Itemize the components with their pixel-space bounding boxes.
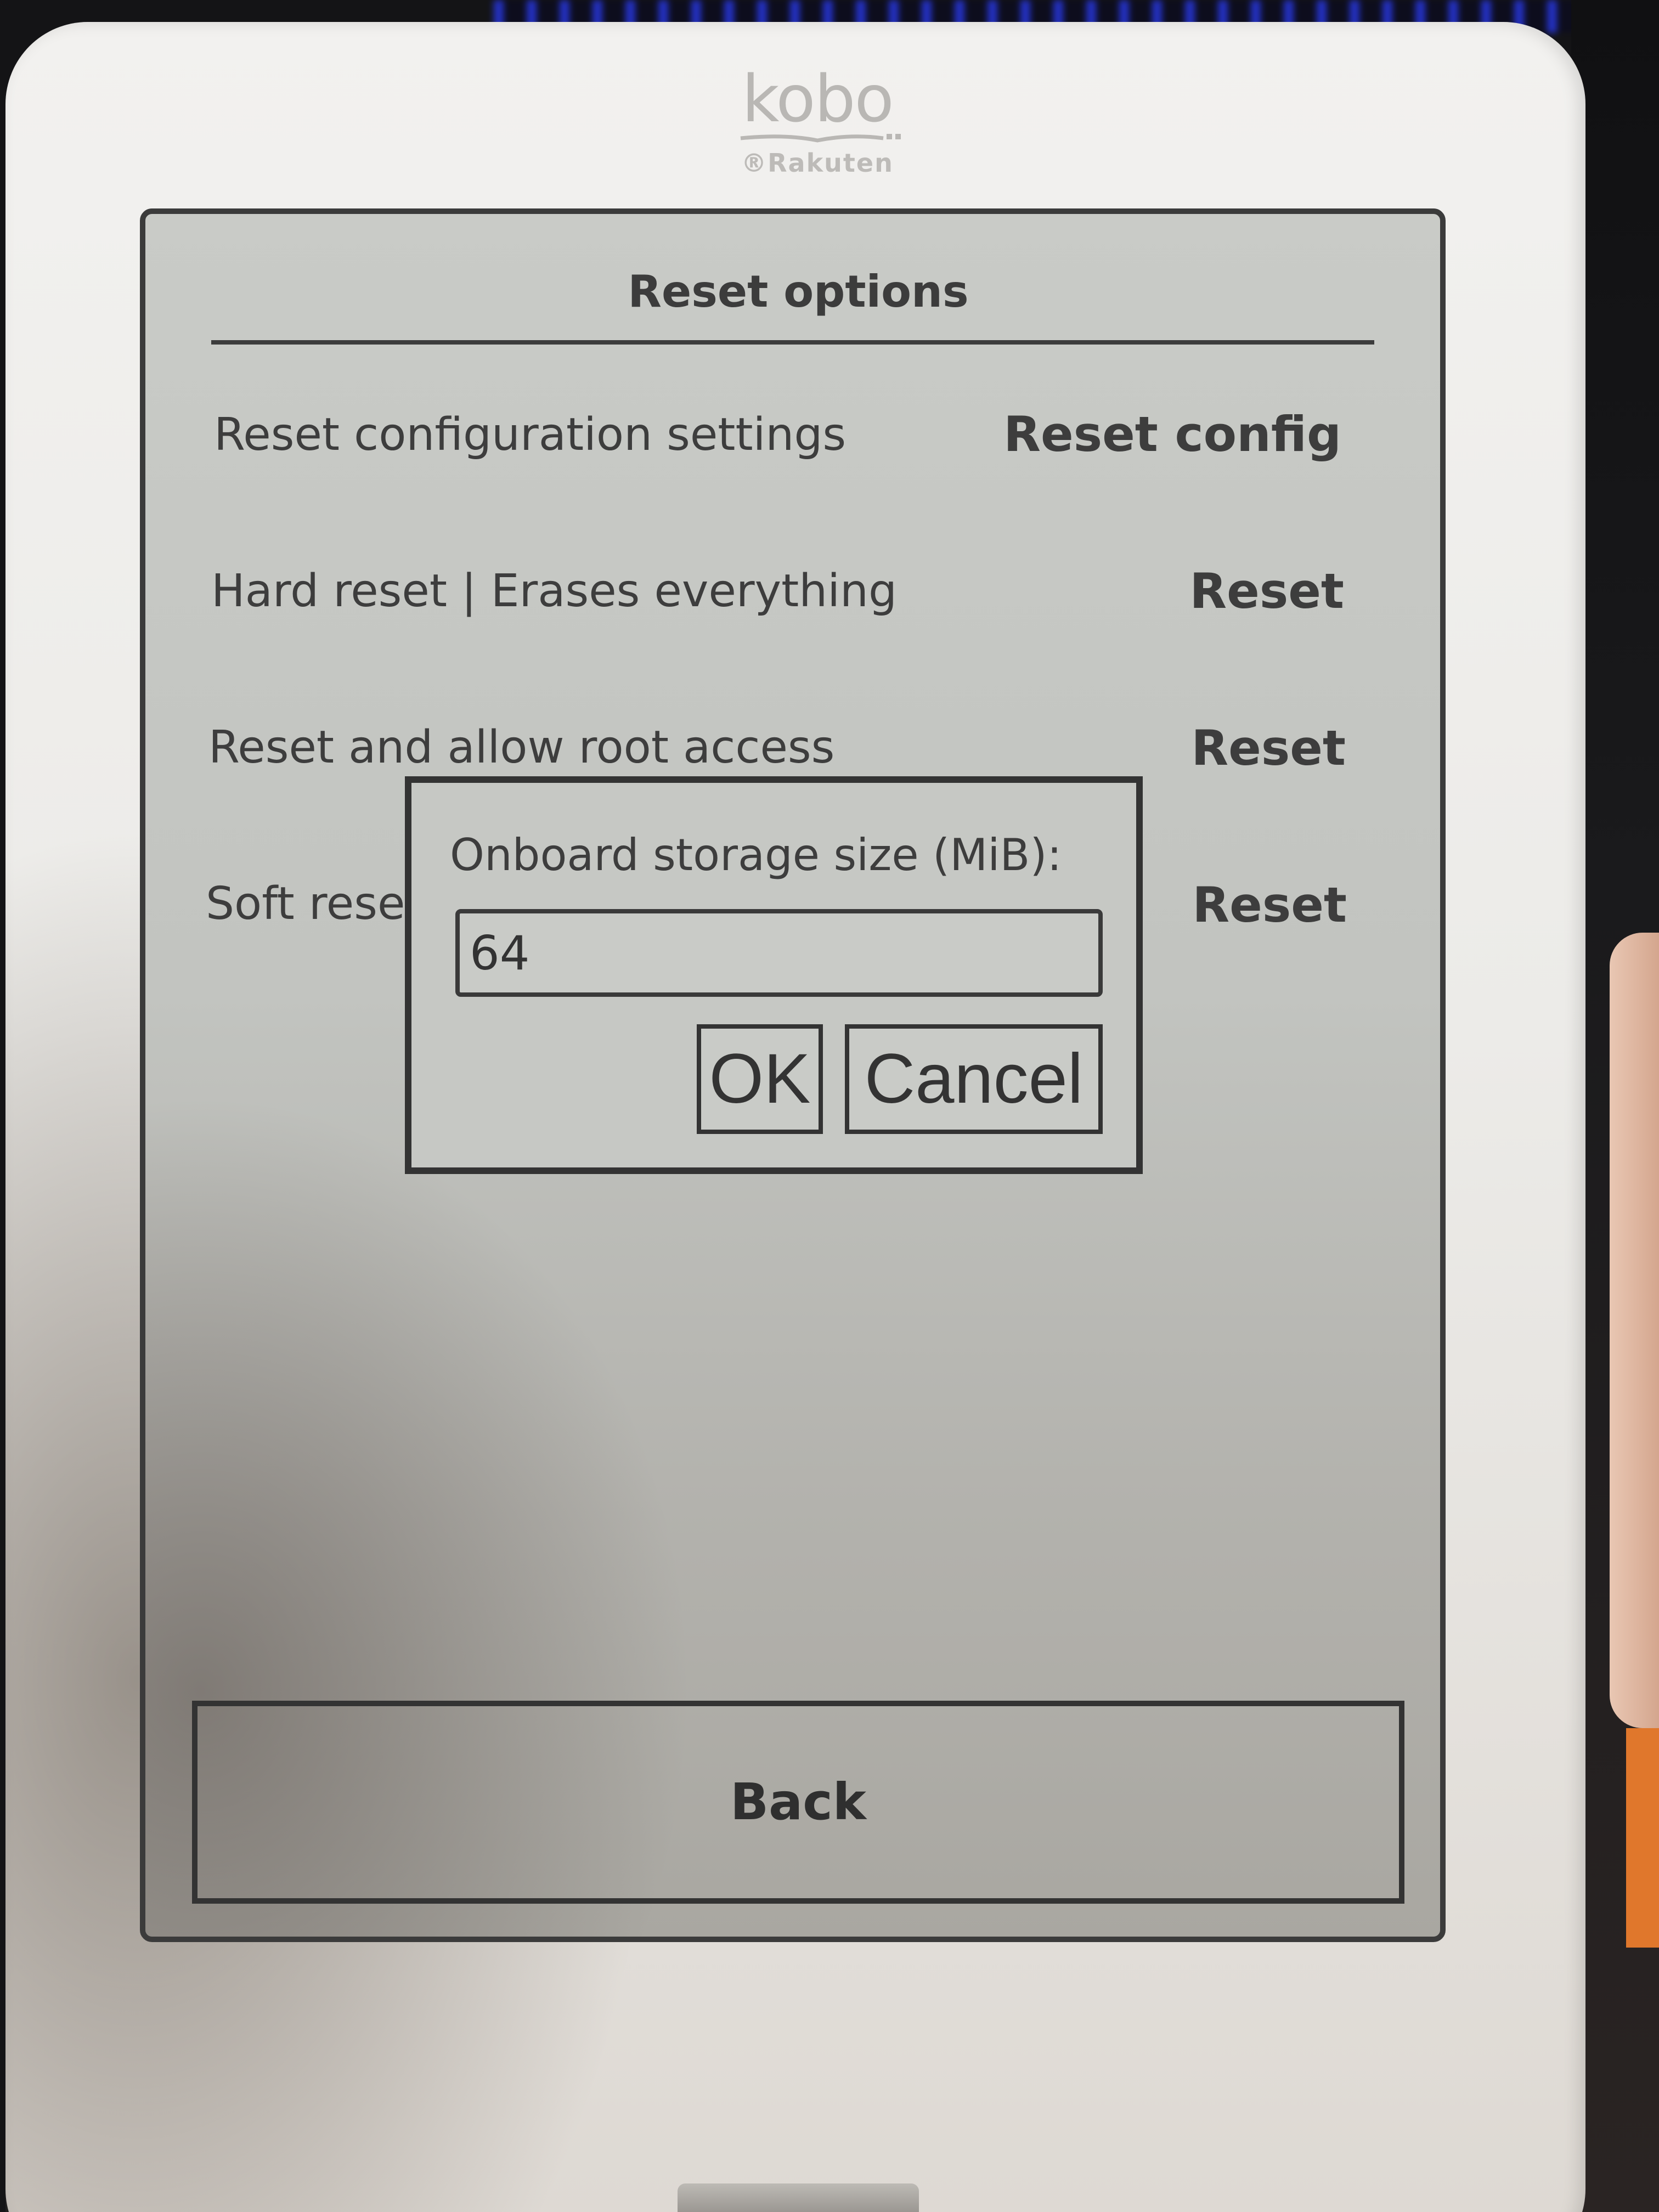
book-swoosh-icon — [740, 134, 901, 143]
cancel-button[interactable]: Cancel — [845, 1024, 1103, 1134]
brand-sub-text: ®Rakuten — [741, 148, 894, 178]
holding-finger — [1610, 933, 1659, 1728]
root-reset-label: Reset and allow root access — [208, 721, 835, 774]
root-reset-button[interactable]: Reset — [1191, 720, 1346, 776]
photo-scene: kobo ®Rakuten Reset options Reset config… — [0, 0, 1659, 2212]
brand-logo-text: kobo — [742, 61, 894, 137]
reset-config-button[interactable]: Reset config — [1003, 406, 1341, 462]
home-button[interactable] — [678, 2183, 919, 2212]
ok-button[interactable]: OK — [697, 1024, 823, 1134]
storage-size-label: Onboard storage size (MiB): — [450, 830, 1062, 881]
hard-reset-label: Hard reset | Erases everything — [211, 565, 898, 617]
soft-reset-button[interactable]: Reset — [1192, 877, 1347, 933]
soft-reset-label: Soft rese — [206, 878, 405, 930]
eink-screen: Reset options Reset configuration settin… — [140, 208, 1446, 1942]
background-object — [1626, 1728, 1659, 1948]
title-divider — [211, 340, 1374, 345]
storage-size-input[interactable]: 64 — [455, 909, 1103, 997]
page-title: Reset options — [628, 266, 969, 317]
hard-reset-button[interactable]: Reset — [1189, 563, 1344, 619]
reset-config-label: Reset configuration settings — [214, 409, 847, 461]
storage-size-dialog: Onboard storage size (MiB): 64 OK Cancel — [405, 776, 1143, 1174]
back-button[interactable]: Back — [192, 1701, 1404, 1904]
brand-logo: kobo ®Rakuten — [708, 66, 927, 192]
